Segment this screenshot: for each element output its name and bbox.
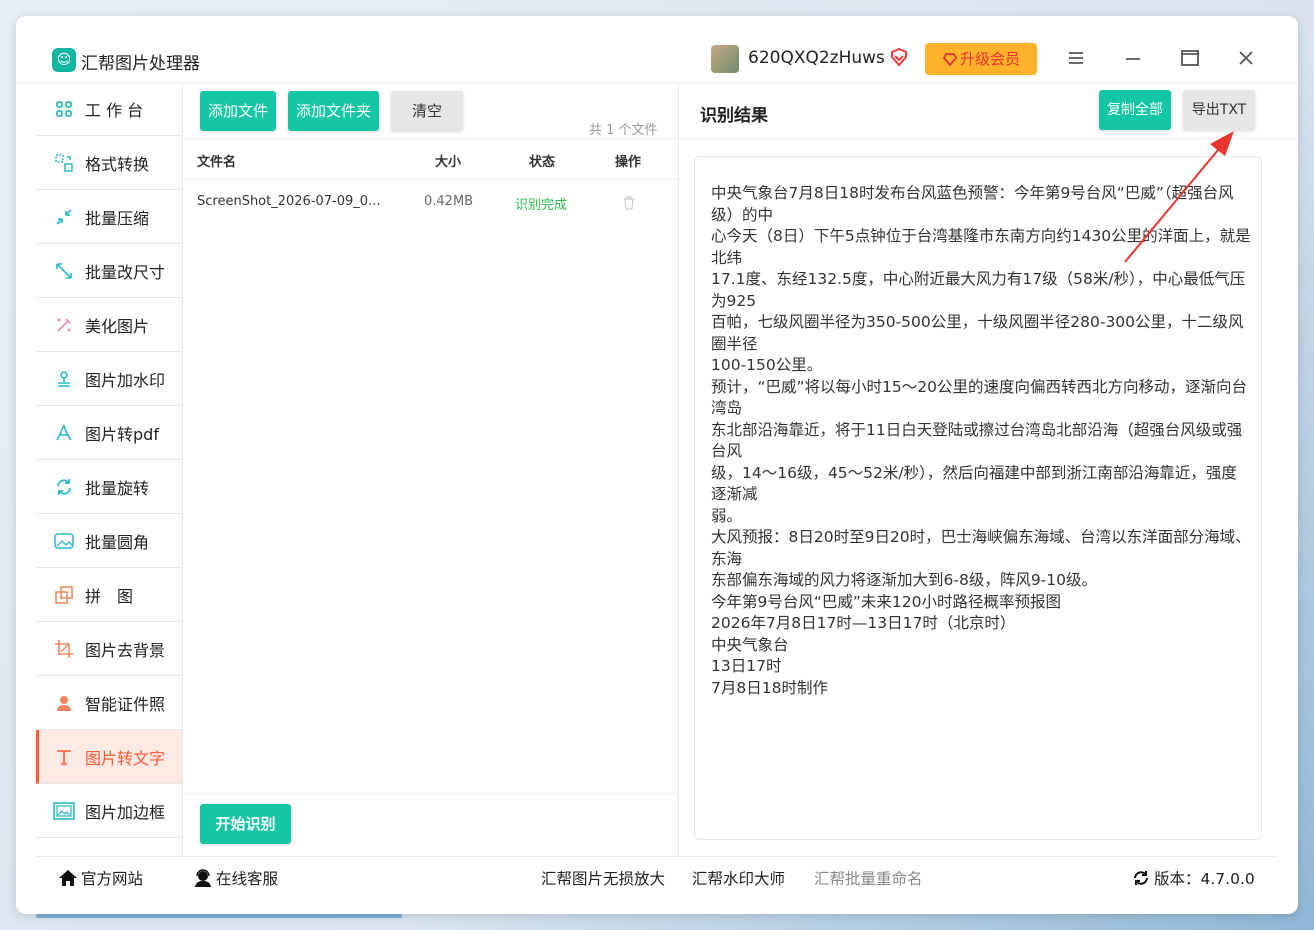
sidebar-item-watermark[interactable]: 图片加水印	[36, 352, 182, 406]
title-bar: ☺ 汇帮图片处理器 620QXQ2zHuws 升级会员	[16, 16, 1298, 83]
footer-link-watermark[interactable]: 汇帮水印大师	[692, 867, 785, 889]
pdf-icon	[53, 422, 75, 444]
version-label: 版本：4.7.0.0	[1154, 870, 1255, 888]
grid-icon	[53, 98, 75, 120]
sidebar-item-label: 格式转换	[85, 154, 150, 174]
sidebar-item-label: 图片加水印	[85, 370, 166, 390]
online-service-label: 在线客服	[216, 870, 279, 888]
start-recognize-button[interactable]: 开始识别	[200, 804, 291, 844]
sidebar-item-compress[interactable]: 批量压缩	[36, 190, 182, 244]
vip-diamond-icon	[891, 47, 907, 67]
file-panel-footer: 开始识别	[183, 793, 678, 857]
username[interactable]: 620QXQ2zHuws	[748, 48, 885, 68]
sidebar-item-label: 批量旋转	[85, 478, 150, 498]
result-text[interactable]: 中央气象台7月8日18时发布台风蓝色预警：今年第9号台风“巴威”（超强台风级）的…	[711, 183, 1251, 699]
watermark-icon	[53, 368, 75, 390]
heart-diamond-icon	[942, 53, 958, 67]
file-panel: 添加文件 添加文件夹 清空 共 1 个文件 文件名 大小 状态 操作 Scree…	[182, 82, 679, 856]
sidebar-item-label: 批量改尺寸	[85, 262, 166, 282]
close-icon[interactable]	[1236, 48, 1256, 68]
result-panel: 识别结果 复制全部 导出TXT 中央气象台7月8日18时发布台风蓝色预警：今年第…	[677, 82, 1298, 856]
sidebar-item-frame[interactable]: 图片加边框	[36, 784, 182, 838]
sidebar-item-label: 美化图片	[85, 316, 150, 336]
sidebar-item-id-photo[interactable]: 智能证件照	[36, 676, 182, 730]
sidebar-item-label: 批量圆角	[85, 532, 150, 552]
column-header-size: 大小	[435, 155, 462, 170]
export-txt-button[interactable]: 导出TXT	[1183, 90, 1255, 130]
footer-link-rename[interactable]: 汇帮批量重命名	[814, 867, 923, 889]
frame-icon	[53, 800, 75, 822]
sidebar-item-rounded-corner[interactable]: 批量圆角	[36, 514, 182, 568]
sidebar-item-remove-background[interactable]: 图片去背景	[36, 622, 182, 676]
result-title: 识别结果	[700, 106, 768, 126]
refresh-icon	[1134, 871, 1148, 885]
sidebar-item-label: 图片转pdf	[85, 424, 159, 444]
online-service-link[interactable]: 在线客服	[193, 867, 278, 889]
file-count: 共 1 个文件	[589, 123, 658, 138]
delete-trash-icon[interactable]	[623, 196, 635, 210]
id-photo-icon	[53, 692, 75, 714]
clear-button[interactable]: 清空	[391, 91, 463, 131]
footer-bar: 官方网站 在线客服 汇帮图片无损放大 汇帮水印大师 汇帮批量重命名 版本：4.7…	[36, 856, 1278, 901]
divider	[677, 138, 1298, 139]
file-size: 0.42MB	[424, 194, 474, 209]
sidebar-item-resize[interactable]: 批量改尺寸	[36, 244, 182, 298]
sidebar-item-label: 图片转文字	[85, 748, 166, 768]
sidebar-item-label: 拼 图	[85, 586, 134, 606]
app-title: 汇帮图片处理器	[81, 54, 200, 74]
table-header: 文件名 大小 状态 操作	[183, 138, 678, 180]
app-logo-icon: ☺	[52, 48, 76, 72]
format-convert-icon	[53, 152, 75, 174]
sidebar-item-rotate[interactable]: 批量旋转	[36, 460, 182, 514]
sidebar-item-label: 图片加边框	[85, 802, 166, 822]
sidebar-item-workbench[interactable]: 工 作 台	[36, 82, 182, 136]
maximize-icon[interactable]	[1180, 48, 1200, 68]
sidebar-item-label: 工 作 台	[85, 100, 144, 120]
sidebar-item-beautify[interactable]: 美化图片	[36, 298, 182, 352]
sidebar: 工 作 台 格式转换 批量压缩 批量改尺寸 美化图片 图片加水印 图片转pdf	[36, 82, 182, 856]
official-website-link[interactable]: 官方网站	[58, 867, 143, 889]
avatar[interactable]	[711, 45, 739, 73]
sidebar-item-collage[interactable]: 拼 图	[36, 568, 182, 622]
menu-icon[interactable]	[1066, 48, 1086, 68]
upgrade-label: 升级会员	[959, 50, 1020, 68]
column-header-status: 状态	[529, 155, 556, 170]
app-window: ☺ 汇帮图片处理器 620QXQ2zHuws 升级会员 工 作 台 格式转换 批…	[16, 16, 1298, 914]
compress-icon	[53, 206, 75, 228]
resize-icon	[53, 260, 75, 282]
sidebar-item-label: 智能证件照	[85, 694, 166, 714]
sidebar-item-pdf[interactable]: 图片转pdf	[36, 406, 182, 460]
customer-service-icon	[195, 869, 211, 887]
copy-all-button[interactable]: 复制全部	[1099, 90, 1171, 130]
beautify-icon	[53, 314, 75, 336]
sidebar-item-image-to-text[interactable]: 图片转文字	[36, 730, 182, 784]
result-textbox[interactable]: 中央气象台7月8日18时发布台风蓝色预警：今年第9号台风“巴威”（超强台风级）的…	[694, 156, 1262, 840]
rounded-corner-icon	[53, 530, 75, 552]
text-icon	[53, 746, 75, 768]
add-file-button[interactable]: 添加文件	[200, 91, 276, 131]
crop-background-icon	[53, 638, 75, 660]
sidebar-item-label: 图片去背景	[85, 640, 166, 660]
column-header-name: 文件名	[197, 155, 237, 170]
file-name: ScreenShot_2026-07-09_0...	[197, 194, 381, 209]
sidebar-item-format-convert[interactable]: 格式转换	[36, 136, 182, 190]
version-info: 版本：4.7.0.0	[1131, 867, 1255, 889]
minimize-icon[interactable]	[1123, 48, 1143, 68]
column-header-action: 操作	[615, 155, 642, 170]
home-icon	[59, 870, 77, 886]
sidebar-item-label: 批量压缩	[85, 208, 150, 228]
table-row[interactable]: ScreenShot_2026-07-09_0... 0.42MB 识别完成	[183, 180, 678, 224]
rotate-icon	[53, 476, 75, 498]
add-folder-button[interactable]: 添加文件夹	[288, 91, 379, 131]
official-website-label: 官方网站	[81, 870, 144, 888]
collage-icon	[53, 584, 75, 606]
file-status: 识别完成	[515, 198, 568, 213]
taskbar-strip	[36, 914, 402, 918]
footer-link-upscale[interactable]: 汇帮图片无损放大	[541, 867, 665, 889]
upgrade-vip-button[interactable]: 升级会员	[925, 43, 1037, 75]
